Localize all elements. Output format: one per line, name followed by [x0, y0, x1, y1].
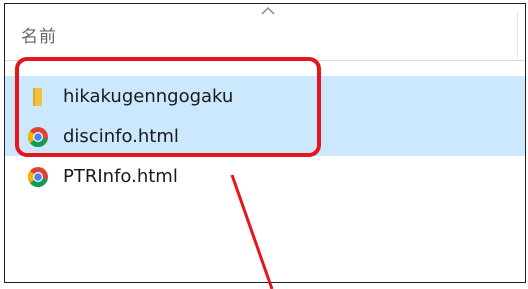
sort-ascending-icon[interactable]: [259, 5, 277, 17]
file-list-pane: 名前 hikakugenngogaku discinfo.html PTRInf…: [4, 3, 526, 283]
chrome-icon: [28, 167, 48, 188]
file-row-folder[interactable]: hikakugenngogaku: [5, 76, 525, 116]
file-name: discinfo.html: [63, 126, 179, 147]
file-row-html[interactable]: PTRInfo.html: [5, 156, 525, 196]
file-name: PTRInfo.html: [63, 166, 178, 187]
column-divider[interactable]: [517, 12, 518, 58]
file-row-html[interactable]: discinfo.html: [5, 116, 525, 156]
chrome-icon: [28, 127, 48, 148]
file-name: hikakugenngogaku: [63, 86, 234, 107]
column-header-name[interactable]: 名前: [21, 22, 57, 47]
folder-icon: [33, 88, 42, 106]
list-header: 名前: [5, 4, 525, 61]
